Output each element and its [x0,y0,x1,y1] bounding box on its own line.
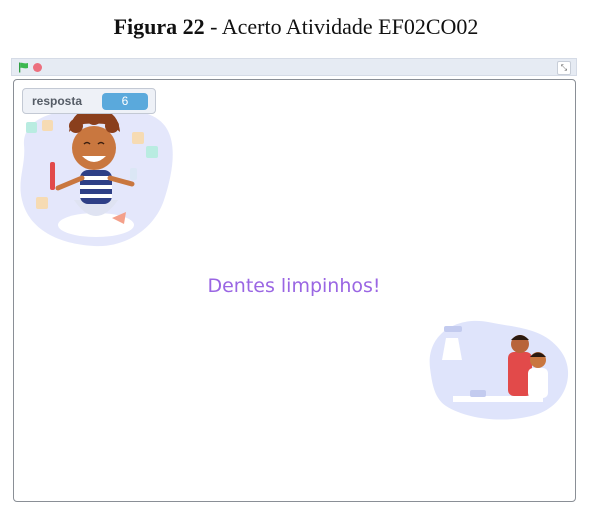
figure-number: Figura 22 [113,14,205,39]
fullscreen-icon[interactable]: ⤡ [557,61,571,75]
stage[interactable]: resposta 6 Dentes limpinhos! [13,79,576,502]
green-flag-icon[interactable] [18,62,29,73]
stage-message: Dentes limpinhos! [207,275,381,297]
father-son-brushing-sprite[interactable] [418,308,573,423]
variable-monitor: resposta 6 [22,88,156,114]
stop-icon[interactable] [33,63,42,72]
figure-title: Acerto Atividade EF02CO02 [221,14,479,39]
caption-separator: - [204,14,222,39]
monitor-value: 6 [102,93,148,110]
figure-caption: Figura 22 - Acerto Atividade EF02CO02 [0,14,592,40]
stage-toolbar: ⤡ [11,58,577,76]
monitor-label: resposta [32,94,83,108]
boy-brushing-teeth-sprite[interactable] [14,100,179,250]
